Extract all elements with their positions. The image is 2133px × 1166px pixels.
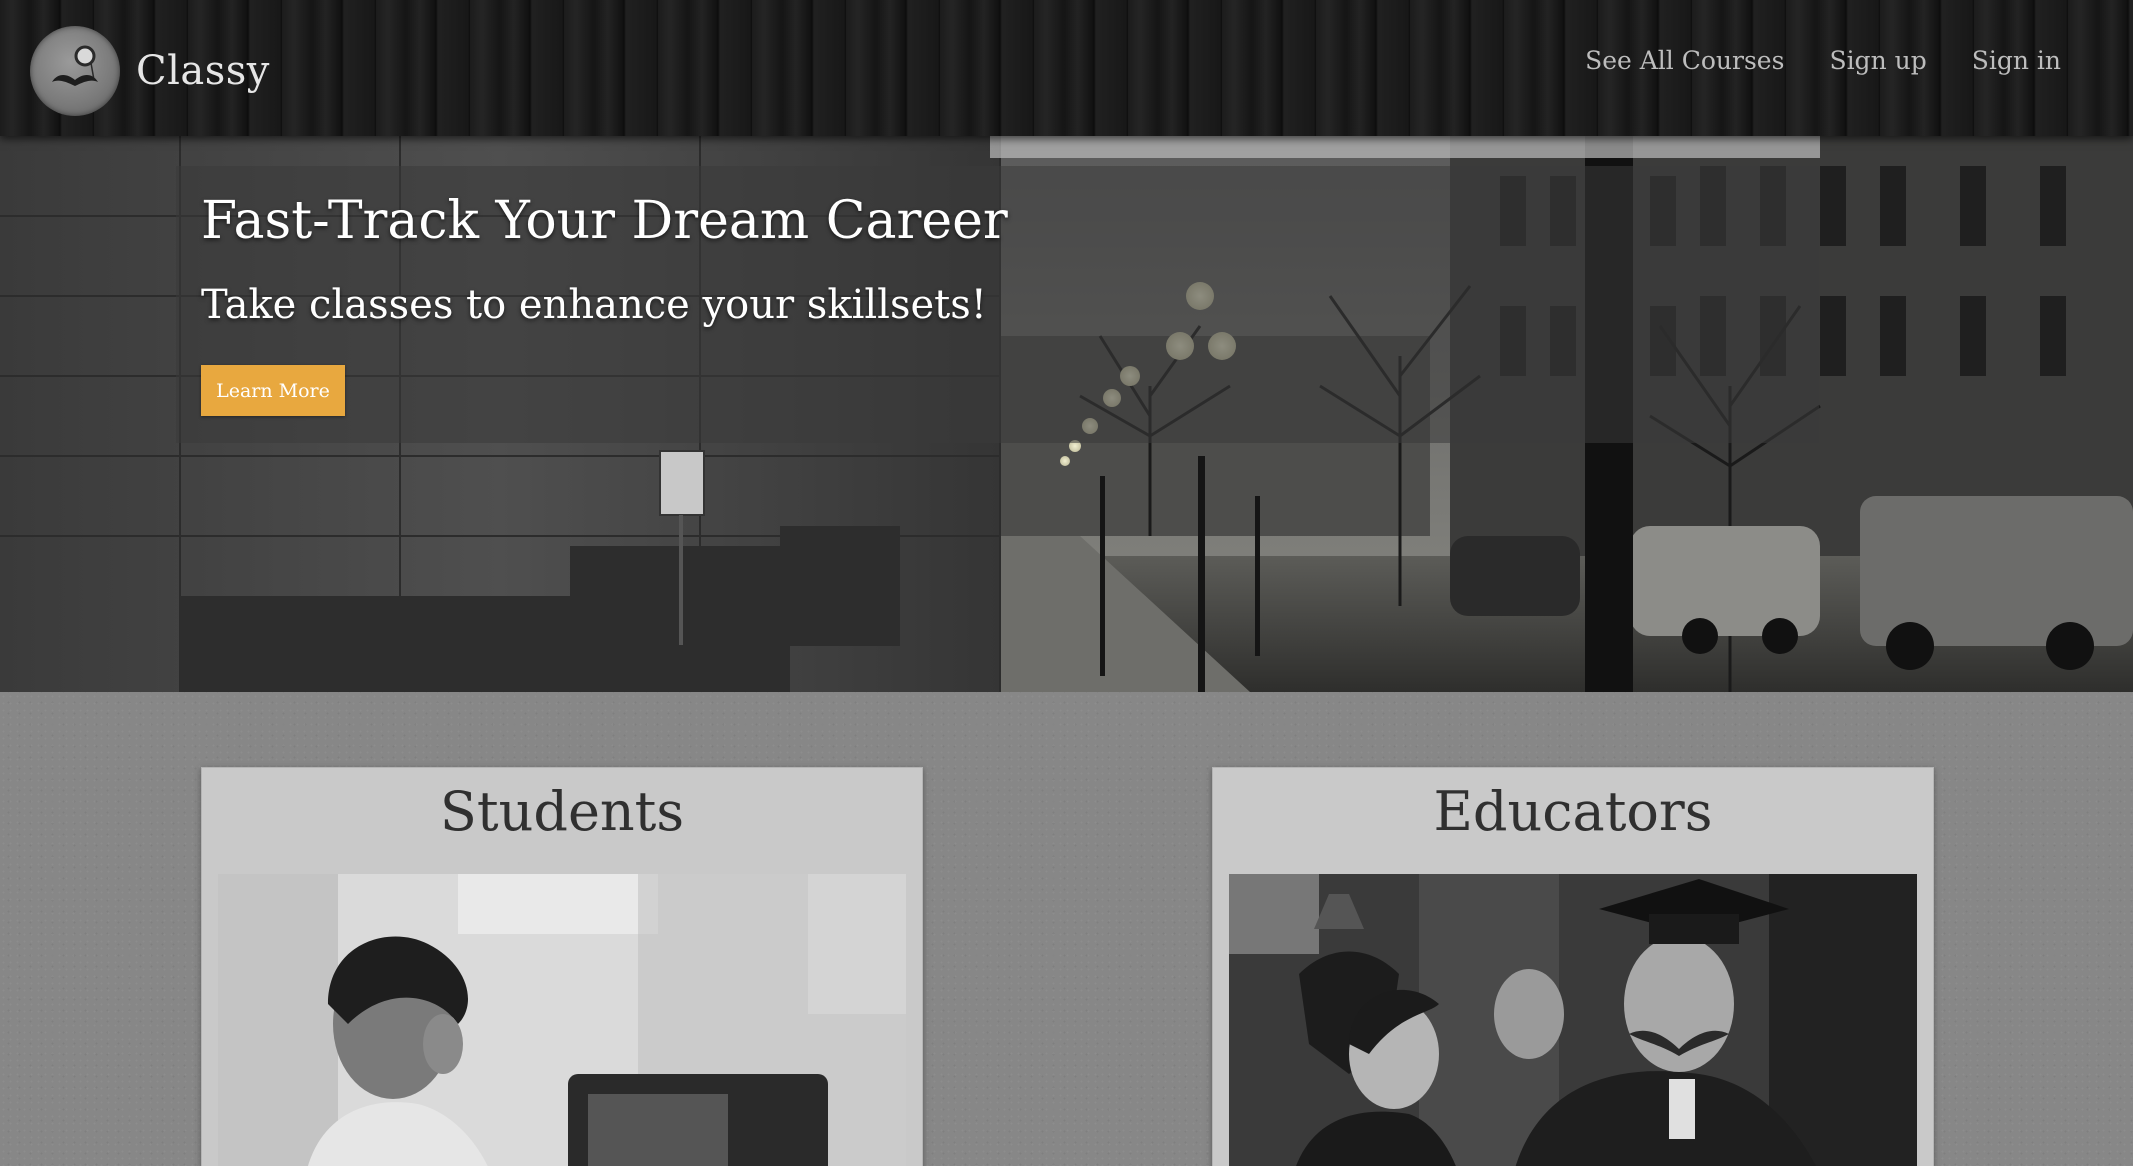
brand-name: Classy: [136, 48, 270, 94]
brand-home-link[interactable]: Classy: [30, 26, 270, 116]
monocle-mustache-icon: [30, 26, 120, 116]
nav-sign-in[interactable]: Sign in: [1972, 46, 2061, 75]
students-card-title: Students: [439, 780, 685, 843]
educators-card[interactable]: Educators: [1212, 767, 1934, 1166]
nav-links: See All Courses Sign up Sign in: [1540, 46, 2061, 75]
nav-see-all-courses[interactable]: See All Courses: [1585, 46, 1784, 75]
hero-title: Fast-Track Your Dream Career: [201, 191, 1008, 251]
students-card[interactable]: Students: [201, 767, 923, 1166]
students-photo: [218, 874, 906, 1166]
educators-photo: [1229, 874, 1917, 1166]
nav-sign-up[interactable]: Sign up: [1829, 46, 1926, 75]
hero-subtitle: Take classes to enhance your skillsets!: [201, 282, 987, 328]
learn-more-button[interactable]: Learn More: [201, 365, 345, 416]
top-navbar: Classy See All Courses Sign up Sign in: [0, 0, 2133, 136]
educators-card-title: Educators: [1433, 780, 1713, 843]
hero-banner: Fast-Track Your Dream Career Take classe…: [0, 136, 2133, 692]
